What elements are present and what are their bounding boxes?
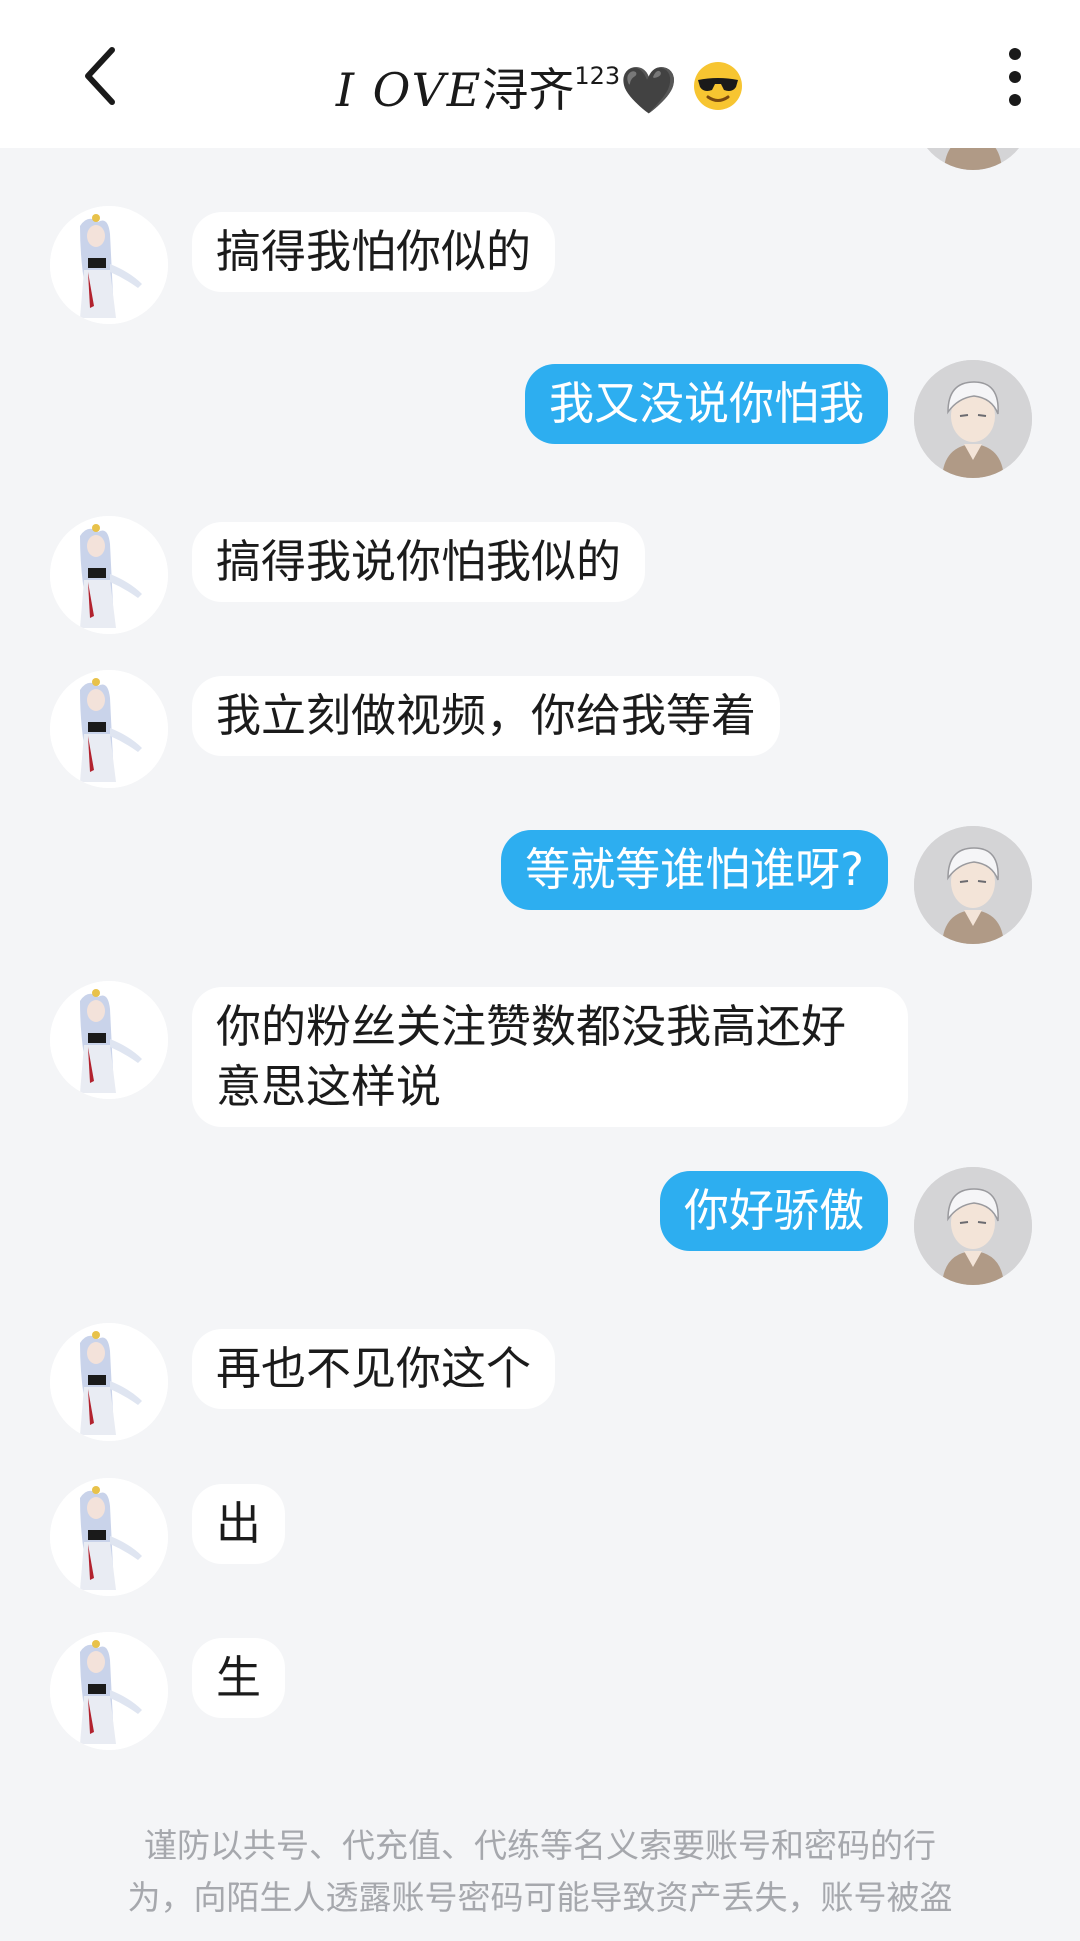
my-avatar[interactable]	[914, 1167, 1032, 1285]
anime-girl-avatar-icon	[50, 206, 168, 324]
chat-header: I OVE浔齐123🖤	[0, 0, 1080, 148]
anime-girl-avatar-icon	[50, 1632, 168, 1750]
anime-girl-avatar-icon	[50, 981, 168, 1099]
notice-line: 为，向陌生人透露账号密码可能导致资产丢失，账号被盗	[127, 1878, 953, 1917]
contact-avatar[interactable]	[50, 981, 168, 1099]
message-bubble[interactable]: 再也不见你这个	[192, 1329, 556, 1409]
chat-screen: I OVE浔齐123🖤 搞得我怕你似的 我又没说你怕我 搞得我说你怕我似的 我立…	[0, 0, 1080, 1941]
message-bubble[interactable]: 我立刻做视频，你给我等着	[192, 676, 781, 756]
anime-girl-avatar-icon	[50, 670, 168, 788]
contact-avatar[interactable]	[50, 670, 168, 788]
title-sup: 123	[574, 62, 621, 90]
my-avatar[interactable]	[914, 826, 1032, 944]
white-haired-boy-avatar-icon	[914, 826, 1032, 944]
message-bubble[interactable]: 生	[192, 1638, 286, 1718]
chat-title: I OVE浔齐123🖤	[0, 40, 1080, 126]
contact-avatar[interactable]	[50, 1632, 168, 1750]
notice-line: 谨防以共号、代充值、代练等名义索要账号和密码的行	[144, 1826, 936, 1865]
message-bubble[interactable]: 你好骄傲	[659, 1171, 888, 1251]
message-bubble[interactable]: 我又没说你怕我	[524, 364, 888, 444]
message-bubble[interactable]: 等就等谁怕谁呀?	[501, 830, 888, 910]
contact-avatar[interactable]	[50, 516, 168, 634]
message-list[interactable]: 搞得我怕你似的 我又没说你怕我 搞得我说你怕我似的 我立刻做视频，你给我等着 等…	[0, 148, 1080, 1788]
contact-avatar[interactable]	[50, 1478, 168, 1596]
anime-girl-avatar-icon	[50, 1478, 168, 1596]
message-bubble[interactable]: 搞得我怕你似的	[192, 212, 556, 292]
more-button[interactable]	[1000, 46, 1030, 108]
security-notice: 谨防以共号、代充值、代练等名义索要账号和密码的行 为，向陌生人透露账号密码可能导…	[60, 1820, 1020, 1924]
black-heart-icon: 🖤	[620, 63, 678, 117]
more-vertical-icon	[1009, 48, 1021, 106]
white-haired-boy-avatar-icon	[914, 1167, 1032, 1285]
title-name: 浔齐	[482, 63, 575, 117]
message-bubble[interactable]: 搞得我说你怕我似的	[192, 522, 646, 602]
contact-avatar[interactable]	[50, 206, 168, 324]
anime-girl-avatar-icon	[50, 1323, 168, 1441]
message-bubble[interactable]: 你的粉丝关注赞数都没我高还好意思这样说	[192, 987, 908, 1127]
my-avatar[interactable]	[914, 360, 1032, 478]
title-script: I OVE	[335, 63, 483, 117]
sunglasses-emoji-icon	[694, 62, 743, 110]
white-haired-boy-avatar-icon	[914, 360, 1032, 478]
contact-avatar[interactable]	[50, 1323, 168, 1441]
anime-girl-avatar-icon	[50, 516, 168, 634]
message-bubble[interactable]: 出	[192, 1484, 286, 1564]
